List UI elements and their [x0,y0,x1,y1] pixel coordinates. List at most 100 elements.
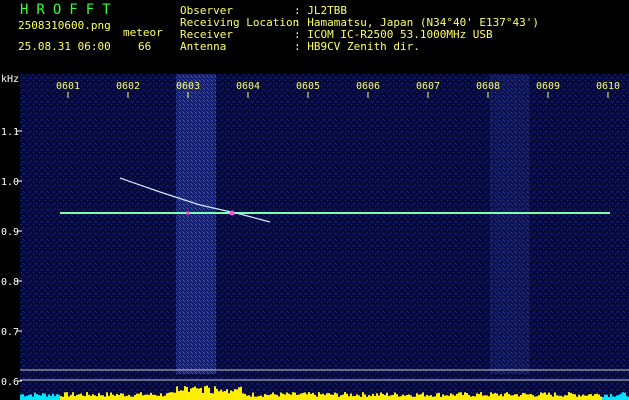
level-bar-segment [202,392,204,400]
level-bar-segment [272,392,274,400]
level-bar-segment [96,396,98,400]
level-bar-segment [280,392,282,400]
level-bar-segment [346,393,348,400]
level-bar-segment [624,392,626,400]
level-bar-segment [564,395,566,400]
level-bar-segment [58,394,60,400]
level-bar-segment [462,395,464,400]
level-bar-segment [394,392,396,400]
level-bar-segment [470,396,472,400]
level-bar-segment [92,394,94,400]
level-bar-segment [112,394,114,400]
level-bar-segment [340,395,342,400]
spectrogram-view[interactable]: 0601 0602 0603 0604 0605 0606 0607 0608 0609 0610… [0,0,629,400]
level-bar-segment [490,392,492,400]
level-bar-segment [422,392,424,400]
level-bar-segment [52,393,54,400]
level-bar-segment [118,394,120,400]
level-bar-segment [342,394,344,400]
level-bar-segment [488,396,490,400]
level-bar-segment [420,394,422,400]
level-bar-segment [574,394,576,400]
level-bar-segment [240,386,242,400]
level-bar-segment [138,393,140,400]
level-bar-segment [254,396,256,400]
level-bar-segment [286,392,288,400]
level-bar-segment [178,391,180,400]
x-tick-label-0610: 0610 [596,81,620,92]
level-bar-segment [314,394,316,400]
level-bar-segment [372,393,374,400]
level-bar-segment [290,394,292,400]
level-bar-segment [550,394,552,400]
spectrogram-background [20,74,629,400]
level-bar-segment [552,396,554,400]
level-bar-segment [512,395,514,400]
level-bar-segment [404,395,406,400]
level-bar-segment [308,392,310,400]
level-bar-segment [152,394,154,400]
level-bar-segment [114,395,116,400]
level-bar-segment [192,387,194,400]
level-bar-segment [148,394,150,400]
level-bar-segment [528,394,530,400]
level-bar-segment [426,394,428,400]
level-bar-segment [200,387,202,400]
level-bar-segment [592,395,594,400]
level-bar-segment [616,395,618,400]
level-bar-segment [434,396,436,400]
level-bar-segment [506,392,508,400]
level-bar-segment [534,396,536,400]
level-bar-segment [522,392,524,400]
level-bar-segment [538,395,540,400]
level-bar-segment [168,392,170,400]
level-bar-segment [626,396,628,400]
level-bar-segment [494,393,496,400]
level-bar-segment [486,395,488,400]
level-bar-segment [224,391,226,400]
level-bar-segment [498,395,500,400]
level-bar-segment [410,395,412,400]
level-bar-segment [508,393,510,400]
level-bar-segment [514,394,516,400]
level-bar-segment [600,396,602,400]
level-bar-segment [42,393,44,400]
level-bar-segment [264,393,266,400]
level-bar-segment [520,395,522,400]
level-bar-segment [540,392,542,400]
level-bar-segment [348,396,350,400]
level-bar-segment [182,390,184,400]
level-bar-segment [454,395,456,400]
level-bar-segment [382,394,384,400]
level-bar-segment [76,394,78,400]
y-axis-unit: kHz [1,74,19,85]
level-bar-segment [604,394,606,400]
x-tick-label-0604: 0604 [236,81,260,92]
level-bar-segment [392,394,394,400]
level-bar-segment [502,396,504,400]
level-bar-segment [204,386,206,400]
level-bar-segment [354,395,356,400]
level-bar-segment [244,393,246,400]
level-bar-segment [500,394,502,400]
level-bar-segment [370,396,372,400]
level-bar-segment [330,394,332,400]
level-bar-segment [216,388,218,400]
level-bar-segment [248,395,250,400]
level-bar-segment [54,396,56,400]
level-bar-segment [460,392,462,400]
y-tick-label-0.8: 0.8 [1,277,19,288]
x-tick-label-0608: 0608 [476,81,500,92]
level-bar-segment [406,394,408,400]
level-bar-segment [166,393,168,400]
level-bar-segment [100,395,102,400]
x-tick-label-0607: 0607 [416,81,440,92]
level-bar-segment [128,394,130,400]
level-bar-segment [480,392,482,400]
level-bar-segment [614,396,616,400]
level-bar-segment [332,394,334,400]
x-tick-label-0609: 0609 [536,81,560,92]
level-bar-segment [122,393,124,400]
level-bar-segment [590,394,592,400]
level-bar-segment [220,389,222,400]
